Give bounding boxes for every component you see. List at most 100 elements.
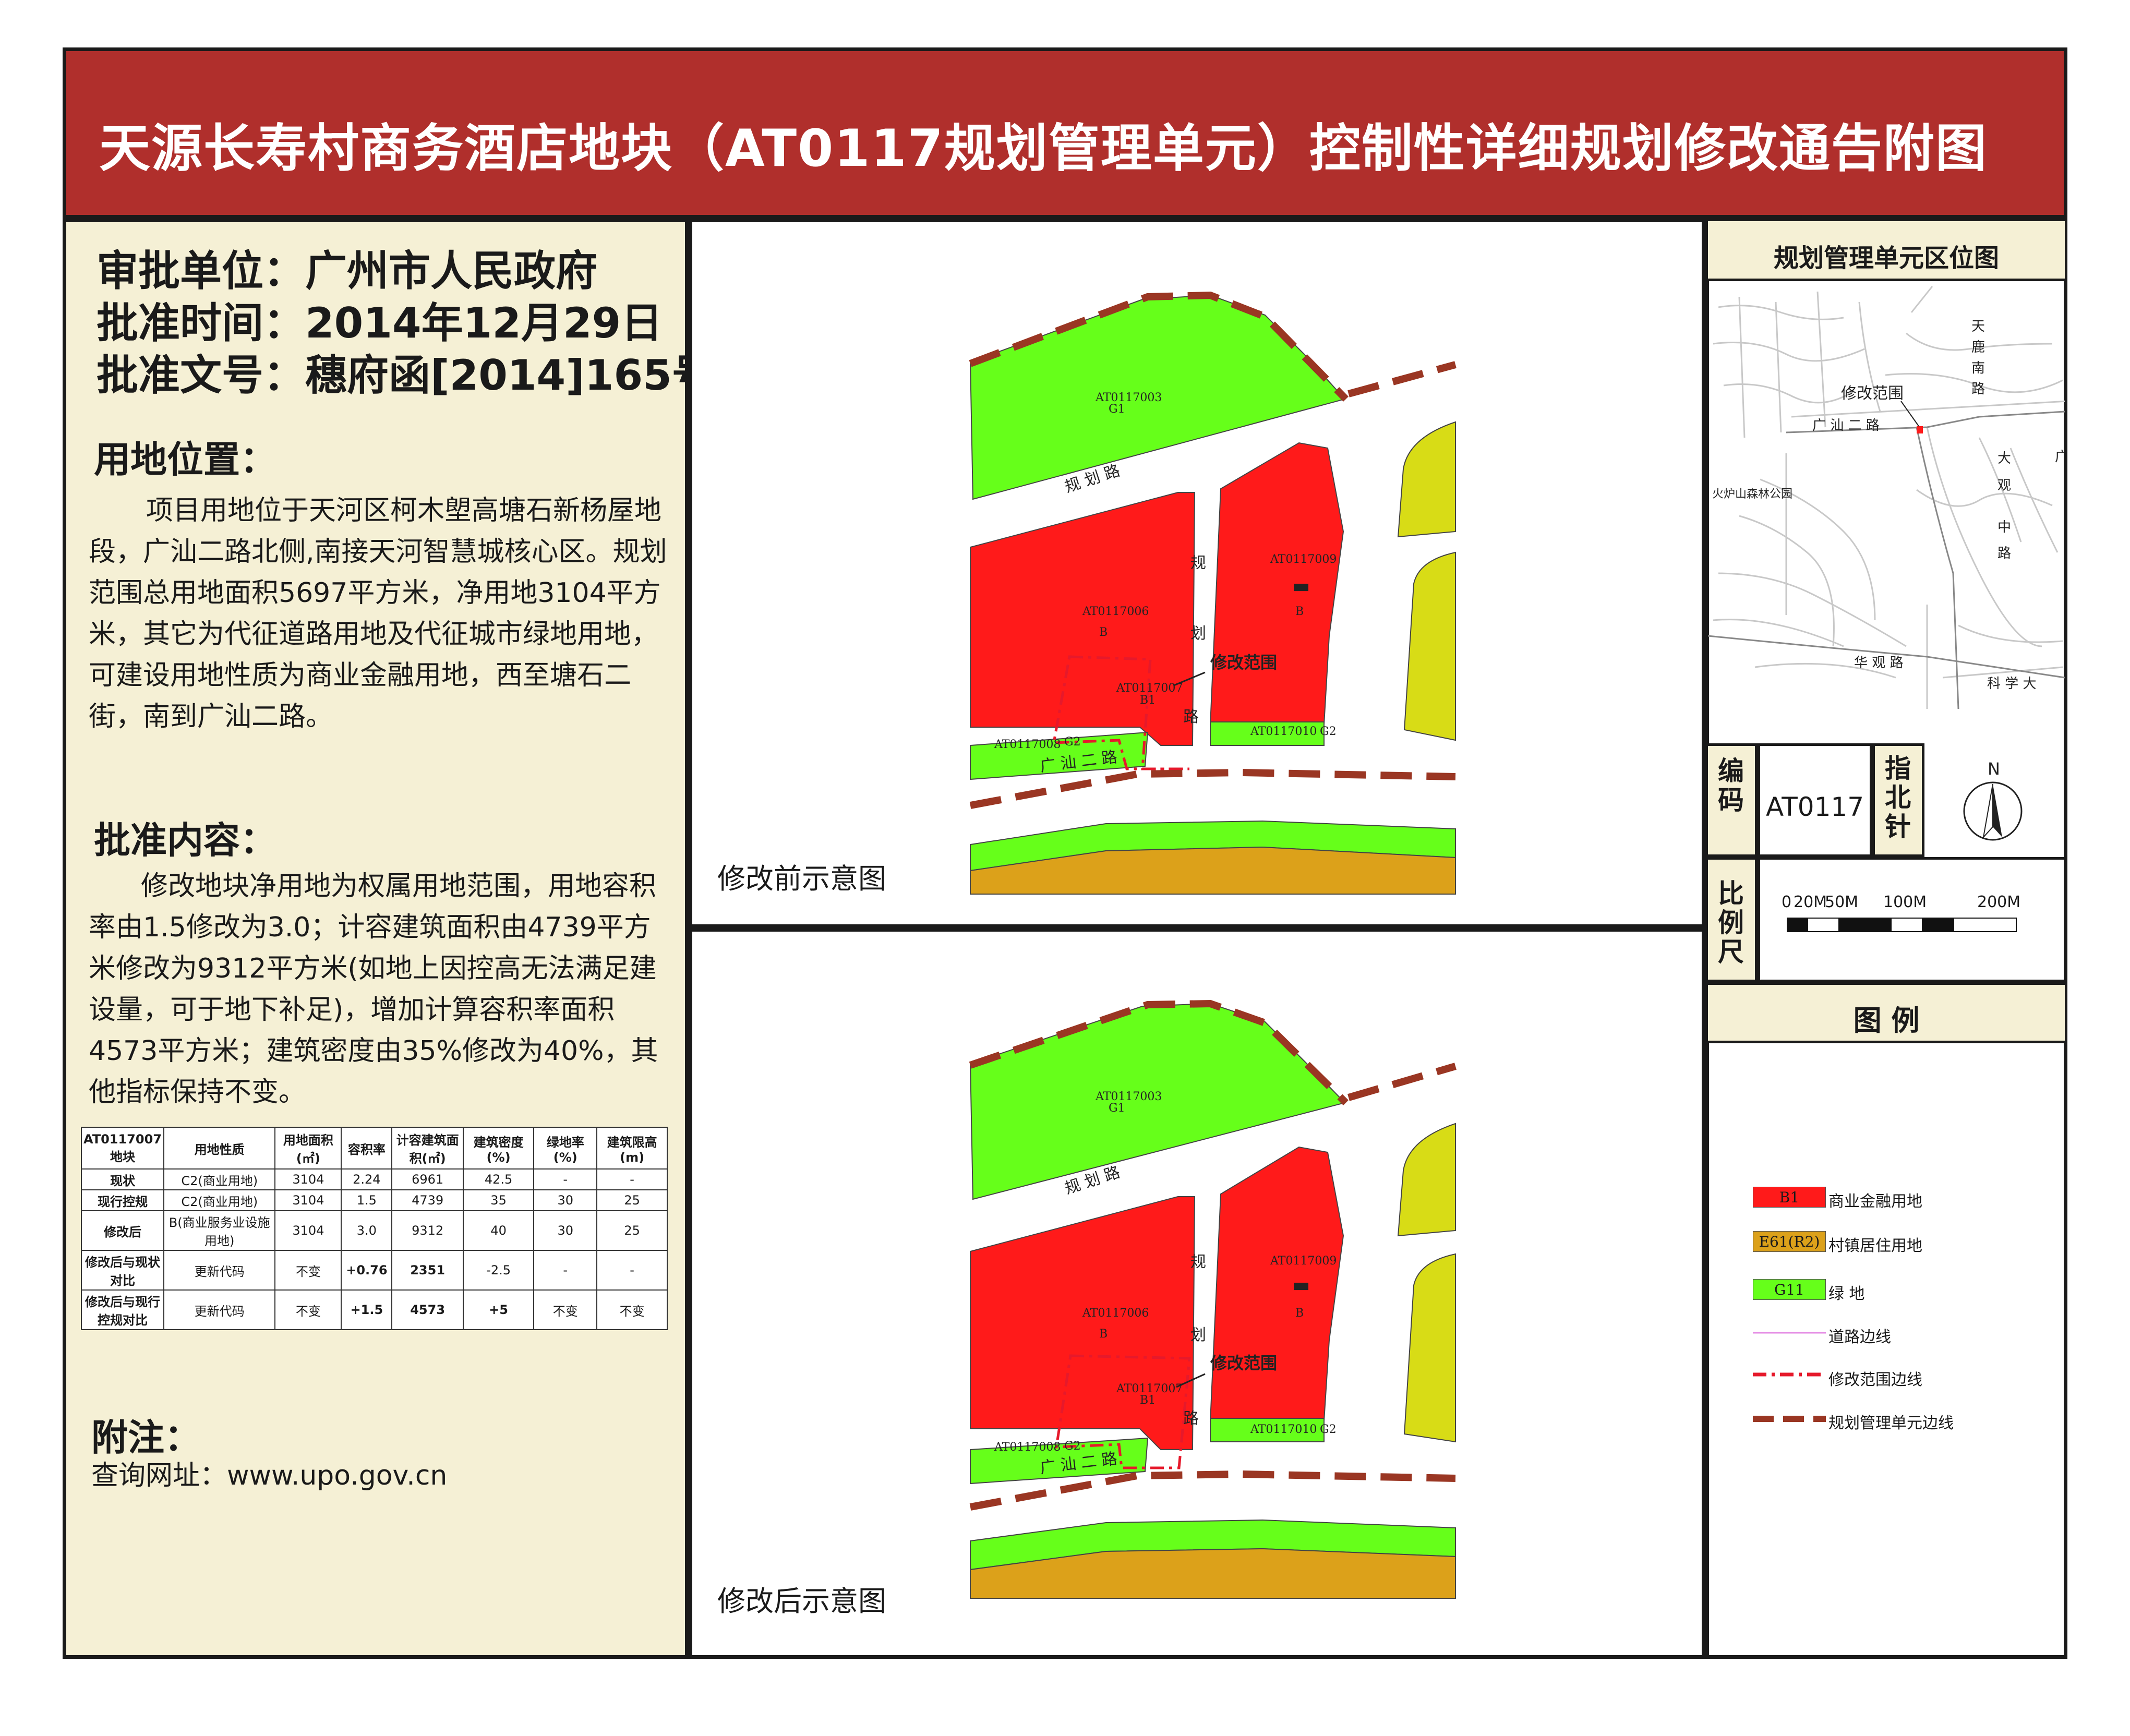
parcel-label: AT0117010 xyxy=(1250,1423,1317,1436)
approved-content-text: 修改地块净用地为权属用地范围，用地容积率由1.5修改为3.0；计容建筑面积由47… xyxy=(89,871,658,1108)
road-label: 路 xyxy=(1971,381,1985,397)
scale-bar xyxy=(1787,918,2017,932)
table-cell: 42.5 xyxy=(462,1168,535,1190)
scale-tick-label: 20M xyxy=(1794,893,1827,911)
page-title: 天源长寿村商务酒店地块（AT0117规划管理单元）控制性详细规划修改通告附图 xyxy=(99,119,1988,178)
table-cell: C2(商业用地) xyxy=(163,1168,276,1190)
code-label: 编码 xyxy=(1718,756,1744,815)
before-map: AT0117003 G1 规 划 路 规 划 路 AT0117006 B AT0… xyxy=(969,291,1457,895)
residential-parcel xyxy=(1397,1123,1456,1237)
table-cell: 修改后与现状对比 xyxy=(81,1250,164,1291)
approval-date: 批准时间：2014年12月29日 xyxy=(97,299,663,347)
parcel-label: AT0117008 xyxy=(994,738,1061,751)
street-line xyxy=(1718,572,1907,647)
street-line xyxy=(1910,286,1933,313)
north-arrow-icon: N xyxy=(1963,759,2023,841)
legend-label: 规划管理单元边线 xyxy=(1828,1414,1954,1432)
table-cell: 30 xyxy=(533,1189,598,1211)
compass-needle-left xyxy=(1982,783,1993,839)
parcel-code: G1 xyxy=(1109,1102,1125,1115)
scale-segment xyxy=(1838,918,1892,932)
table-header: 计容建筑面积(㎡) xyxy=(391,1127,464,1170)
table-cell: 1.5 xyxy=(341,1189,393,1211)
parcel-code: B xyxy=(1295,605,1304,618)
table-header: 容积率 xyxy=(341,1127,393,1170)
road-label: 划 xyxy=(1190,1326,1206,1344)
scale-segment xyxy=(1787,918,1808,932)
legend-unit-boundary-line xyxy=(1753,1416,1826,1422)
scale-segment xyxy=(1953,918,2017,932)
scale-label: 比例尺 xyxy=(1718,878,1744,967)
road-label: 观 xyxy=(1997,478,2011,493)
scope-label: 修改范围 xyxy=(1210,653,1277,672)
street-line xyxy=(1958,624,2063,643)
legend-swatch-green: G11 xyxy=(1753,1279,1826,1300)
compass-needle-right xyxy=(1993,784,2002,837)
street-line xyxy=(1926,427,2042,647)
table-cell: - xyxy=(596,1168,668,1190)
parcel-label: AT0117009 xyxy=(1270,553,1337,566)
before-map-caption: 修改前示意图 xyxy=(717,862,886,895)
table-cell: 不变 xyxy=(596,1289,668,1330)
table-cell: B(商业服务业设施用地) xyxy=(163,1210,276,1251)
approved-content-heading: 批准内容： xyxy=(94,819,276,862)
table-cell: 25 xyxy=(596,1210,668,1251)
scale-segment xyxy=(1807,918,1839,932)
road-label: 路 xyxy=(1183,1409,1199,1428)
table-row: 修改后 B(商业服务业设施用地) 3104 3.0 9312 40 30 25 xyxy=(81,1210,668,1251)
scale-segment xyxy=(1922,918,1954,932)
legend-scope-line xyxy=(1753,1372,1826,1377)
compass-label: 指北针 xyxy=(1885,753,1911,842)
road-label: 广 汕 二 路 xyxy=(1812,418,1880,433)
parcel-label: AT0117006 xyxy=(1082,1307,1149,1320)
street-line xyxy=(2009,448,2059,553)
table-cell: 2.24 xyxy=(341,1168,393,1190)
building-symbol xyxy=(1294,1283,1308,1290)
table-header: AT0117007地块 xyxy=(81,1127,164,1170)
table-cell: 3104 xyxy=(274,1189,342,1211)
table-cell: 3.0 xyxy=(341,1210,393,1251)
unit-boundary-line xyxy=(1347,361,1457,397)
table-cell: -2.5 xyxy=(462,1250,535,1291)
scope-marker xyxy=(1917,426,1923,433)
commercial-parcel-west xyxy=(970,492,1196,746)
street-line xyxy=(1916,489,2053,507)
road-label: 鹿 xyxy=(1971,340,1985,355)
scale-tick-label: 0 xyxy=(1782,893,1792,911)
road-label: 规 xyxy=(1190,1253,1206,1271)
commercial-parcel-east xyxy=(1209,442,1344,725)
indicator-table: AT0117007地块 用地性质 用地面积(㎡) 容积率 计容建筑面积(㎡) 建… xyxy=(81,1127,668,1330)
table-cell: +5 xyxy=(462,1289,535,1330)
table-cell: 4739 xyxy=(391,1189,464,1211)
legend-label: 村镇居住用地 xyxy=(1828,1237,1922,1255)
table-header: 建筑限高(m) xyxy=(596,1127,668,1170)
scope-label: 修改范围 xyxy=(1210,1353,1277,1373)
table-cell: 30 xyxy=(533,1210,598,1251)
parcel-code: B1 xyxy=(1140,694,1156,707)
parcel-code: G2 xyxy=(1064,1440,1081,1453)
parcel-label: AT0117008 xyxy=(994,1441,1061,1454)
road-label: 中 xyxy=(1997,520,2011,535)
table-cell: - xyxy=(533,1250,598,1291)
table-cell: - xyxy=(596,1250,668,1291)
legend-label: 道路边线 xyxy=(1828,1328,1891,1346)
location-map-title: 规划管理单元区位图 xyxy=(1773,244,1999,273)
table-cell: - xyxy=(533,1168,598,1190)
parcel-label: AT0117006 xyxy=(1082,605,1149,618)
legend-label: 修改范围边线 xyxy=(1828,1371,1922,1389)
scale-tick-label: 100M xyxy=(1883,893,1927,911)
table-cell: 4573 xyxy=(391,1289,464,1330)
before-map-layers xyxy=(969,291,1457,895)
scope-label: 修改范围 xyxy=(1841,384,1904,403)
road-label: 广 xyxy=(2055,449,2065,465)
unit-boundary-line xyxy=(1347,1063,1457,1101)
table-cell: 3104 xyxy=(274,1168,342,1190)
building-symbol xyxy=(1294,584,1308,591)
table-cell: 9312 xyxy=(391,1210,464,1251)
table-header-row: AT0117007地块 用地性质 用地面积(㎡) 容积率 计容建筑面积(㎡) 建… xyxy=(81,1127,668,1170)
table-cell: +0.76 xyxy=(341,1250,393,1291)
north-label: N xyxy=(1988,759,2000,779)
residential-parcel xyxy=(1403,551,1456,741)
parcel-label: AT0117009 xyxy=(1270,1255,1337,1268)
road-label: 划 xyxy=(1190,624,1206,643)
